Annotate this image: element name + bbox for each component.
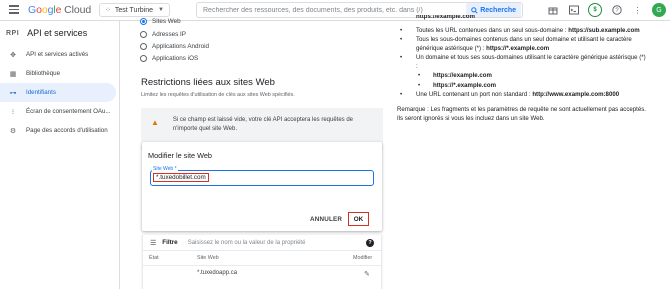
sidebar-title: API et services bbox=[27, 28, 88, 38]
edit-card-title: Modifier le site Web bbox=[148, 151, 212, 160]
help-subitem: https://example.com bbox=[393, 71, 648, 80]
sidebar-item-label: Identifiants bbox=[26, 89, 56, 96]
sidebar-item-label: Bibliothèque bbox=[26, 70, 61, 77]
sidebar-header: RPI API et services bbox=[0, 21, 119, 45]
radio-ios-apps[interactable]: Applications iOS bbox=[140, 55, 198, 62]
cancel-button[interactable]: ANNULER bbox=[310, 216, 342, 223]
consent-icon: ⁝ bbox=[11, 108, 15, 116]
gift-icon[interactable] bbox=[546, 4, 559, 17]
agreements-icon: ⚙ bbox=[9, 127, 17, 135]
search-input[interactable] bbox=[197, 6, 467, 14]
help-icon[interactable]: ? bbox=[610, 4, 623, 17]
table-header: État Site Web Modifier bbox=[143, 251, 381, 266]
filter-placeholder[interactable]: Saisissez le nom ou la valeur de la prop… bbox=[188, 240, 306, 246]
radio-button[interactable] bbox=[140, 55, 147, 62]
table-row: *.tuxedoapp.ca ✎ bbox=[143, 266, 381, 280]
project-icon: ⁘ bbox=[105, 7, 111, 14]
column-header-status[interactable]: État bbox=[149, 255, 159, 261]
radio-button[interactable] bbox=[140, 43, 147, 50]
sidebar-item-oauth-consent[interactable]: ⁝ Écran de consentement OAu... bbox=[0, 102, 119, 121]
project-name: Test Turbine bbox=[114, 6, 154, 14]
hamburger-menu-icon[interactable] bbox=[9, 5, 19, 14]
sidebar-item-label: API et services activés bbox=[26, 51, 89, 58]
edit-pencil-icon[interactable]: ✎ bbox=[364, 270, 370, 278]
warning-text-line1: Si ce champ est laissé vide, votre clé A… bbox=[172, 117, 354, 123]
search-button-label: Recherche bbox=[480, 6, 516, 14]
website-field[interactable]: *.tuxedobillet.com bbox=[150, 170, 374, 186]
radio-button[interactable] bbox=[140, 18, 147, 25]
section-title: Restrictions liées aux sites Web bbox=[141, 77, 275, 88]
table-filter[interactable]: ☰ Filtre Saisissez le nom ou la valeur d… bbox=[143, 235, 381, 251]
sidebar: RPI API et services ✥ API et services ac… bbox=[0, 21, 120, 289]
google-cloud-logo[interactable]: Google Cloud bbox=[28, 4, 91, 16]
help-item: Toutes les URL contenues dans un seul so… bbox=[393, 26, 648, 35]
filter-label: Filtre bbox=[162, 239, 178, 246]
library-icon: ▦ bbox=[9, 70, 17, 78]
sidebar-item-agreements[interactable]: ⚙ Page des accords d'utilisation bbox=[0, 121, 119, 140]
help-icon[interactable]: ? bbox=[366, 238, 374, 247]
filter-icon: ☰ bbox=[150, 239, 157, 247]
column-header-site[interactable]: Site Web bbox=[197, 255, 219, 261]
row-site: *.tuxedoapp.ca bbox=[197, 270, 238, 276]
top-bar: Google Cloud ⁘ Test Turbine ▼ Recherche … bbox=[0, 0, 670, 21]
api-logo-icon: RPI bbox=[6, 29, 20, 37]
chevron-down-icon: ▼ bbox=[158, 7, 164, 13]
section-subtitle: Limitez les requêtes d'utilisation de cl… bbox=[141, 92, 295, 98]
warning-text-line2: n'importe quel site Web. bbox=[172, 126, 237, 132]
billing-status-icon[interactable]: $ bbox=[588, 3, 602, 17]
website-field-label: Site Web * bbox=[152, 166, 178, 172]
api-icon: ✥ bbox=[10, 51, 16, 59]
more-vert-icon[interactable]: ⋮ bbox=[631, 4, 644, 17]
website-field-value[interactable]: *.tuxedobillet.com bbox=[153, 173, 209, 182]
help-item: Un domaine et tous ses sous-domaines uti… bbox=[393, 53, 648, 71]
sidebar-item-label: Page des accords d'utilisation bbox=[26, 127, 108, 134]
sidebar-item-credentials[interactable]: ⊶ Identifiants bbox=[0, 83, 116, 102]
avatar[interactable]: G bbox=[652, 3, 666, 17]
sidebar-item-label: Écran de consentement OAu... bbox=[26, 108, 111, 115]
column-header-edit: Modifier bbox=[353, 255, 373, 261]
search-icon bbox=[471, 6, 478, 14]
help-item: Tous les sous-domaines contenus dans un … bbox=[393, 35, 648, 53]
websites-table: ☰ Filtre Saisissez le nom ou la valeur d… bbox=[142, 235, 382, 289]
radio-sites-web[interactable]: Sites Web bbox=[140, 18, 181, 25]
project-selector[interactable]: ⁘ Test Turbine ▼ bbox=[99, 3, 170, 17]
radio-label: Sites Web bbox=[152, 18, 181, 25]
help-subitem: https://*.example.com bbox=[393, 81, 648, 90]
radio-button[interactable] bbox=[140, 31, 147, 38]
terminal-icon[interactable] bbox=[567, 4, 580, 17]
help-panel: Toutes les URL contenues dans un seul so… bbox=[393, 20, 648, 123]
radio-label: Applications iOS bbox=[152, 55, 199, 62]
sidebar-item-library[interactable]: ▦ Bibliothèque bbox=[0, 64, 119, 83]
radio-android-apps[interactable]: Applications Android bbox=[140, 43, 209, 50]
help-remark: Remarque : Les fragments et les paramètr… bbox=[397, 105, 646, 122]
sidebar-item-enabled-apis[interactable]: ✥ API et services activés bbox=[0, 45, 119, 64]
key-icon: ⊶ bbox=[9, 89, 17, 97]
edit-website-card: Modifier le site Web *.tuxedobillet.com … bbox=[142, 142, 382, 231]
radio-ip-addresses[interactable]: Adresses IP bbox=[140, 31, 186, 38]
radio-label: Adresses IP bbox=[152, 31, 186, 38]
help-item: Une URL contenant un port non standard :… bbox=[393, 90, 648, 99]
ok-button[interactable]: OK bbox=[348, 212, 369, 226]
warning-icon: ▲ bbox=[151, 118, 159, 127]
radio-label: Applications Android bbox=[152, 43, 210, 50]
